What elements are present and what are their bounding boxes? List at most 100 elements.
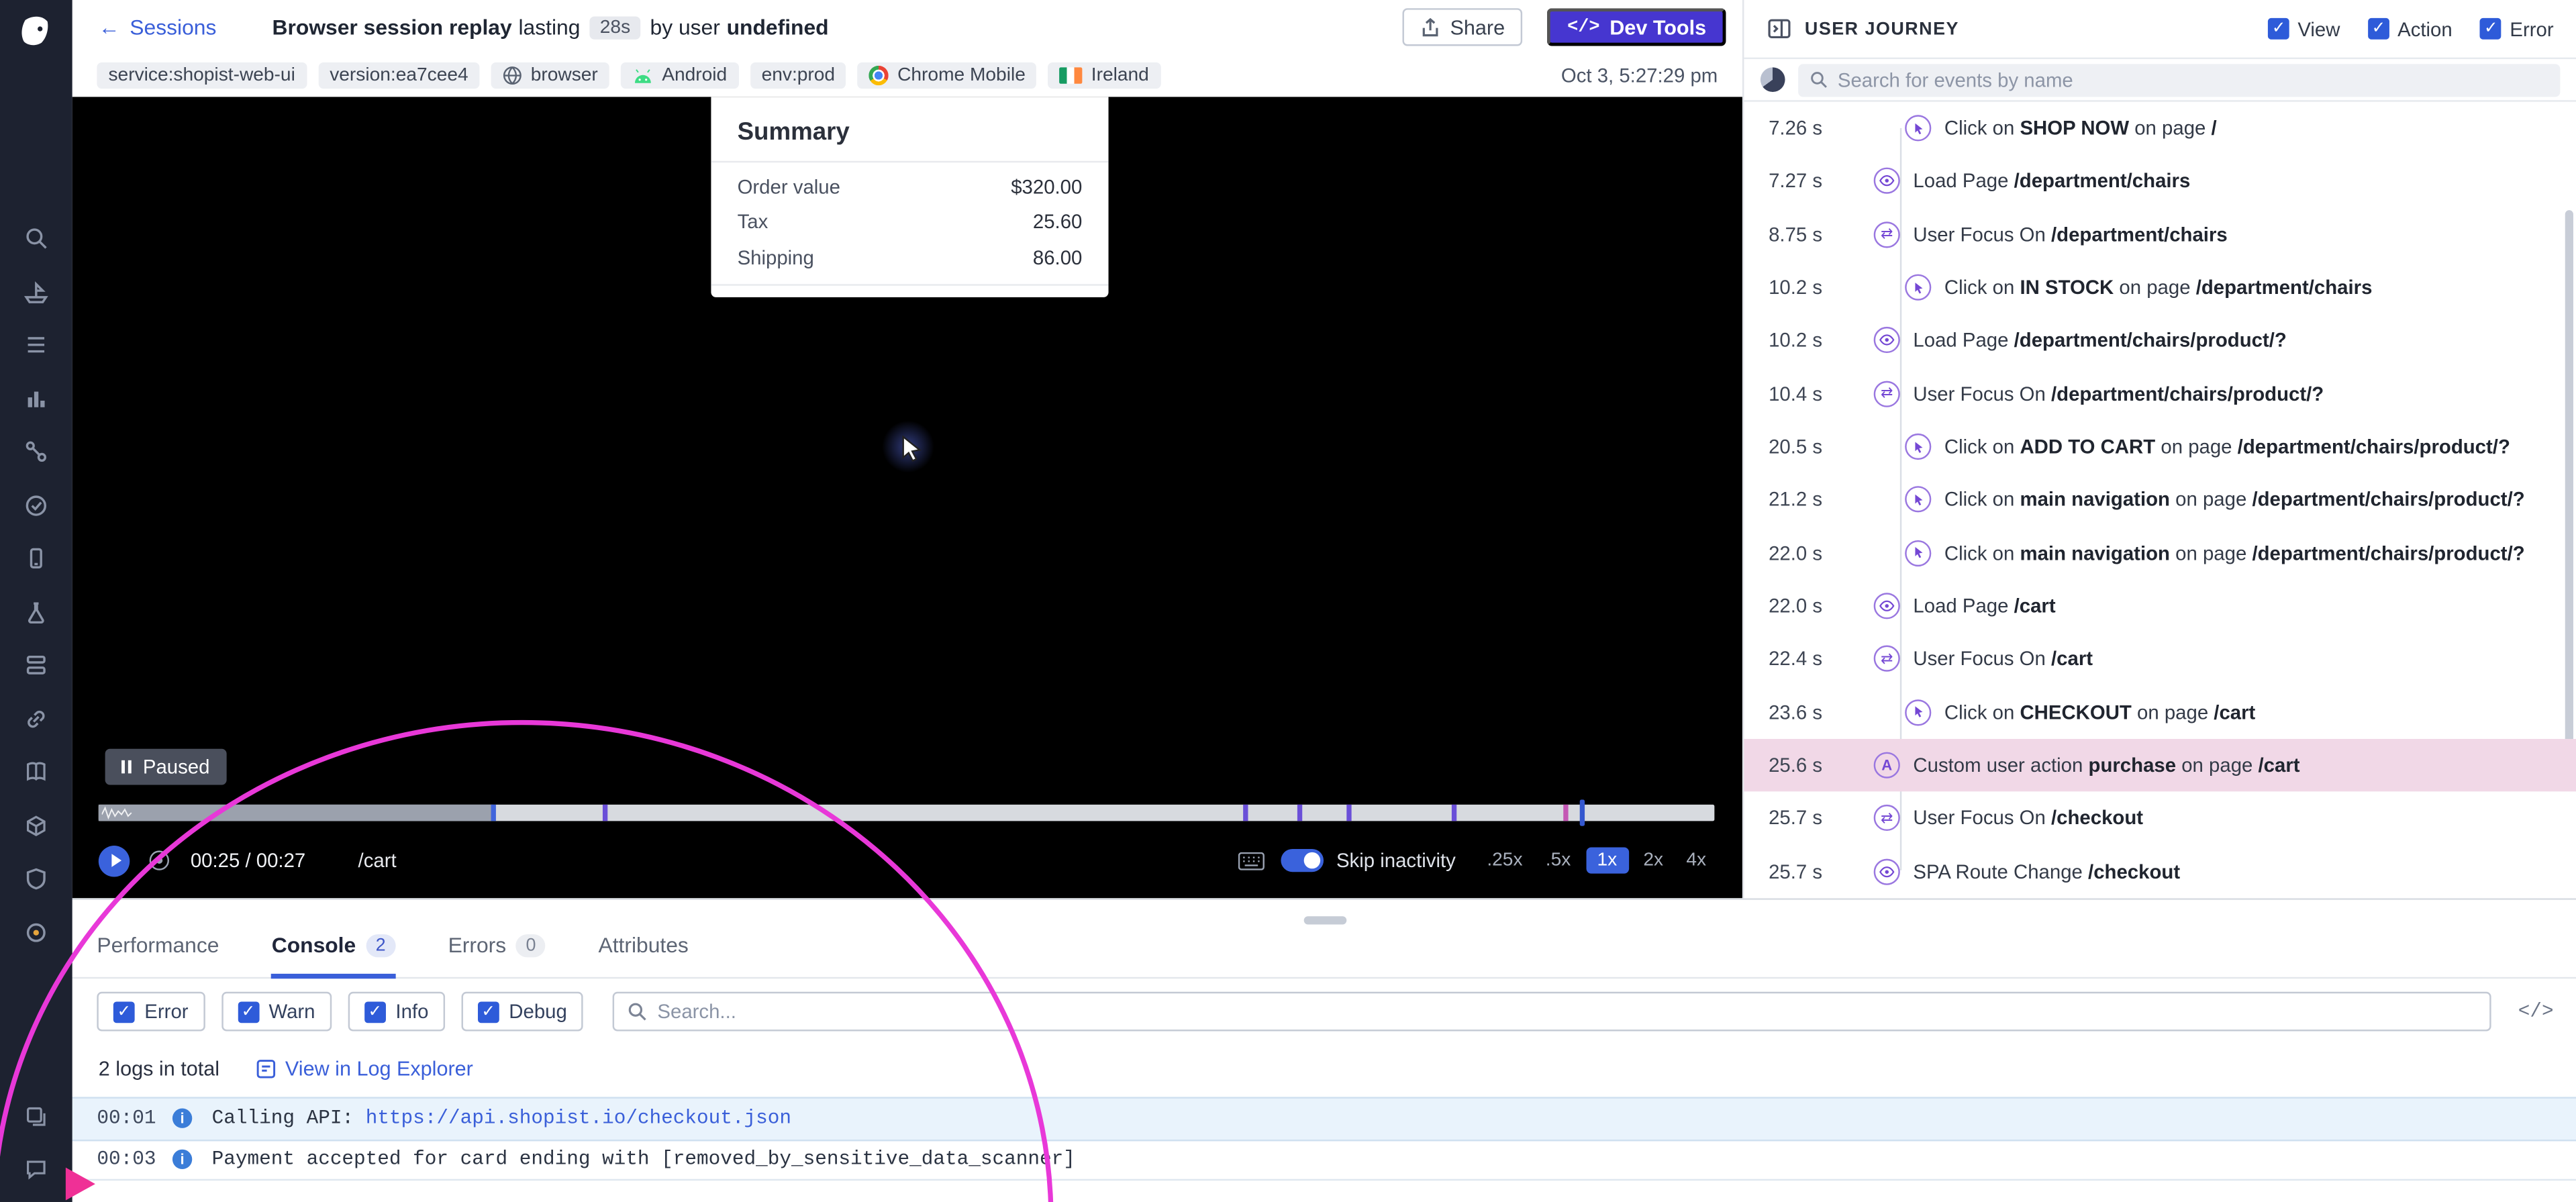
tag-os-android[interactable]: Android bbox=[621, 62, 738, 89]
skip-to-marker-icon[interactable] bbox=[150, 850, 169, 870]
security-shield-icon[interactable] bbox=[23, 865, 49, 891]
queue-icon[interactable] bbox=[23, 652, 49, 678]
console-log-row[interactable]: 00:01 i Calling API: https://api.shopist… bbox=[72, 1097, 2576, 1138]
search-icon[interactable] bbox=[23, 225, 49, 251]
notebook-icon[interactable] bbox=[23, 758, 49, 785]
journey-event-row[interactable]: 7.26 s Click on SHOP NOW on page / bbox=[1744, 102, 2576, 155]
console-search-input[interactable] bbox=[657, 1000, 2477, 1023]
event-description: Load Page /department/chairs/product/? bbox=[1913, 329, 2286, 352]
journey-event-row[interactable]: 25.7 s ⇄ User Focus On /checkout bbox=[1744, 792, 2576, 845]
tab-errors[interactable]: Errors0 bbox=[448, 933, 546, 977]
filter-error-chip[interactable]: ✓Error bbox=[97, 992, 205, 1032]
journey-search-input[interactable] bbox=[1838, 68, 2548, 91]
tab-performance[interactable]: Performance bbox=[97, 933, 219, 977]
tag-label: Android bbox=[662, 66, 727, 85]
filter-info-chip[interactable]: ✓Info bbox=[348, 992, 444, 1032]
journey-event-row[interactable]: 8.75 s ⇄ User Focus On /department/chair… bbox=[1744, 208, 2576, 261]
chrome-icon bbox=[869, 66, 889, 85]
flask-icon[interactable] bbox=[23, 599, 49, 625]
skip-inactivity-toggle[interactable] bbox=[1281, 849, 1324, 872]
back-to-sessions-link[interactable]: ← Sessions bbox=[99, 15, 217, 40]
filter-debug-chip[interactable]: ✓Debug bbox=[461, 992, 583, 1032]
summary-row: Order value $320.00 bbox=[711, 169, 1108, 205]
ship-icon[interactable] bbox=[23, 279, 49, 305]
filter-error-checkbox[interactable]: ✓Error bbox=[2480, 17, 2553, 40]
mouse-cursor bbox=[901, 435, 923, 463]
share-button[interactable]: Share bbox=[1403, 8, 1523, 46]
keyboard-shortcuts-icon[interactable] bbox=[1238, 852, 1264, 870]
journey-event-row[interactable]: 10.4 s ⇄ User Focus On /department/chair… bbox=[1744, 367, 2576, 420]
timeline-event-marker bbox=[491, 805, 496, 821]
journey-event-row[interactable]: 22.0 s Click on main navigation on page … bbox=[1744, 526, 2576, 579]
tab-attributes[interactable]: Attributes bbox=[598, 933, 688, 977]
session-replay-target-icon[interactable] bbox=[23, 919, 49, 945]
help-chat-icon[interactable] bbox=[23, 1156, 49, 1182]
journey-event-row[interactable]: 10.2 s Click on IN STOCK on page /depart… bbox=[1744, 261, 2576, 314]
summary-label: Order value bbox=[738, 175, 840, 198]
journey-event-row-custom-action[interactable]: 25.6 s A Custom user action purchase on … bbox=[1744, 739, 2576, 792]
monitors-check-icon[interactable] bbox=[23, 492, 49, 518]
filter-view-checkbox[interactable]: ✓View bbox=[2268, 17, 2340, 40]
event-description: Click on main navigation on page /depart… bbox=[1944, 489, 2525, 511]
journey-search-box bbox=[1798, 63, 2560, 96]
focus-event-icon: ⇄ bbox=[1874, 221, 1900, 248]
event-description: User Focus On /cart bbox=[1913, 648, 2093, 670]
event-time: 25.7 s bbox=[1769, 807, 1874, 830]
bar-chart-icon[interactable] bbox=[23, 385, 49, 411]
datadog-logo[interactable] bbox=[15, 11, 58, 54]
package-icon[interactable] bbox=[23, 812, 49, 838]
checkbox-checked-icon: ✓ bbox=[2268, 18, 2289, 40]
tab-console[interactable]: Console2 bbox=[272, 933, 396, 977]
journey-event-list[interactable]: 7.26 s Click on SHOP NOW on page / 7.27 … bbox=[1744, 102, 2576, 898]
tag-browser-chrome[interactable]: Chrome Mobile bbox=[858, 62, 1037, 89]
sidebar-bottom bbox=[23, 1103, 49, 1182]
integrations-link-icon[interactable] bbox=[23, 705, 49, 732]
console-log-row[interactable]: 00:03 i Payment accepted for card ending… bbox=[72, 1139, 2576, 1181]
event-description: User Focus On /department/chairs bbox=[1913, 223, 2227, 246]
journey-event-row[interactable]: 7.27 s Load Page /department/chairs bbox=[1744, 155, 2576, 208]
event-description: Click on IN STOCK on page /department/ch… bbox=[1944, 276, 2373, 299]
user-journey-panel: USER JOURNEY ✓View ✓Action ✓Error 7.26 s… bbox=[1742, 0, 2576, 898]
journey-event-row[interactable]: 21.2 s Click on main navigation on page … bbox=[1744, 473, 2576, 526]
speed-option[interactable]: .5x bbox=[1538, 847, 1579, 873]
play-button[interactable] bbox=[99, 845, 130, 876]
mobile-phone-icon[interactable] bbox=[23, 545, 49, 571]
log-url-link[interactable]: https://api.shopist.io/checkout.json bbox=[366, 1107, 791, 1130]
layers-icon[interactable] bbox=[23, 1103, 49, 1130]
filter-warn-chip[interactable]: ✓Warn bbox=[221, 992, 332, 1032]
tag-geo-ireland[interactable]: Ireland bbox=[1048, 62, 1160, 89]
view-in-log-explorer-link[interactable]: View in Log Explorer bbox=[256, 1058, 473, 1081]
speed-option[interactable]: 2x bbox=[1635, 847, 1671, 873]
tag-service[interactable]: service:shopist-web-ui bbox=[97, 62, 307, 89]
event-time: 22.4 s bbox=[1769, 648, 1874, 670]
timeline-event-marker bbox=[1242, 805, 1247, 821]
click-event-icon bbox=[1905, 487, 1931, 513]
journey-event-row[interactable]: 22.4 s ⇄ User Focus On /cart bbox=[1744, 633, 2576, 686]
timeline-event-marker bbox=[603, 805, 607, 821]
journey-event-row[interactable]: 10.2 s Load Page /department/chairs/prod… bbox=[1744, 314, 2576, 367]
dev-tools-button[interactable]: </> Dev Tools bbox=[1548, 8, 1726, 46]
replay-viewport[interactable]: Summary Order value $320.00 Tax 25.60 Sh… bbox=[72, 97, 1742, 898]
panel-resize-handle[interactable] bbox=[1303, 916, 1346, 924]
tag-version[interactable]: version:ea7cee4 bbox=[318, 62, 480, 89]
timeline-playhead[interactable] bbox=[1580, 800, 1585, 826]
journey-event-row[interactable]: 20.5 s Click on ADD TO CART on page /dep… bbox=[1744, 420, 2576, 473]
service-map-icon[interactable] bbox=[23, 438, 49, 464]
journey-minimap-icon[interactable] bbox=[1761, 67, 1785, 92]
user-journey-panel-icon[interactable] bbox=[1767, 16, 1792, 41]
dev-tools-label: Dev Tools bbox=[1609, 15, 1706, 38]
speed-option[interactable]: 4x bbox=[1678, 847, 1714, 873]
replay-timeline-scrubber[interactable] bbox=[99, 805, 1715, 821]
logs-list-icon[interactable] bbox=[23, 332, 49, 358]
event-time: 10.2 s bbox=[1769, 276, 1874, 299]
tag-env[interactable]: env:prod bbox=[750, 62, 846, 89]
view-as-code-icon[interactable]: </> bbox=[2518, 1000, 2554, 1023]
journey-event-row[interactable]: 25.7 s SPA Route Change /checkout bbox=[1744, 845, 2576, 898]
filter-action-checkbox[interactable]: ✓Action bbox=[2368, 17, 2453, 40]
journey-event-row[interactable]: 23.6 s Click on CHECKOUT on page /cart bbox=[1744, 686, 2576, 739]
tag-browser[interactable]: browser bbox=[491, 62, 609, 89]
speed-option[interactable]: .25x bbox=[1479, 847, 1531, 873]
log-time: 00:03 bbox=[97, 1148, 162, 1171]
journey-event-row[interactable]: 22.0 s Load Page /cart bbox=[1744, 580, 2576, 633]
speed-option-active[interactable]: 1x bbox=[1585, 847, 1628, 873]
